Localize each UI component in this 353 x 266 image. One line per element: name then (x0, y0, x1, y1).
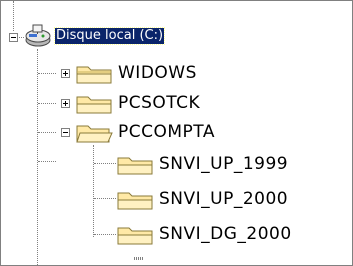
open-folder-icon (76, 125, 113, 143)
tree-connector (13, 1, 14, 31)
tree-connector (38, 103, 56, 104)
tree-connector (94, 234, 116, 235)
tree-node-widows[interactable]: WIDOWS (75, 62, 197, 84)
tree-node-label: Disque local (C:) (53, 27, 166, 45)
folder-tree-view[interactable]: Disque local (C:) WIDOWS PCSOTCK PCCOMPT… (0, 0, 353, 266)
tree-node-label: PCSOTCK (118, 93, 201, 113)
folder-icon (117, 157, 153, 175)
collapse-toggle-pccompta[interactable] (61, 128, 70, 137)
tree-node-pccompta[interactable]: PCCOMPTA (75, 121, 215, 143)
folder-icon (117, 192, 153, 210)
tree-node-root[interactable]: Disque local (C:) (23, 24, 166, 47)
tree-connector (93, 145, 94, 237)
tree-connector (134, 257, 144, 260)
expand-toggle-widows[interactable] (61, 69, 70, 78)
tree-node-label: SNVI_UP_1999 (159, 154, 289, 174)
tree-node-label: PCCOMPTA (118, 122, 215, 142)
folder-icon (76, 96, 112, 114)
tree-node-pcsotck[interactable]: PCSOTCK (75, 92, 200, 114)
tree-connector (38, 132, 56, 133)
tree-node-label: SNVI_UP_2000 (159, 189, 289, 209)
folder-icon (117, 227, 153, 245)
tree-connector (94, 163, 116, 164)
folder-icon (76, 66, 112, 84)
tree-node-label: WIDOWS (118, 63, 197, 83)
tree-connector (94, 198, 116, 199)
tree-node-snvi-up-1999[interactable]: SNVI_UP_1999 (116, 153, 288, 175)
tree-connector (37, 49, 38, 265)
tree-node-label: SNVI_DG_2000 (159, 224, 292, 244)
tree-connector (38, 161, 56, 162)
hard-drive-icon (25, 24, 51, 47)
tree-node-snvi-up-2000[interactable]: SNVI_UP_2000 (116, 188, 288, 210)
collapse-toggle-root[interactable] (9, 33, 18, 42)
tree-node-snvi-dg-2000[interactable]: SNVI_DG_2000 (116, 223, 292, 245)
tree-connector (38, 73, 56, 74)
expand-toggle-pcsotck[interactable] (61, 99, 70, 108)
